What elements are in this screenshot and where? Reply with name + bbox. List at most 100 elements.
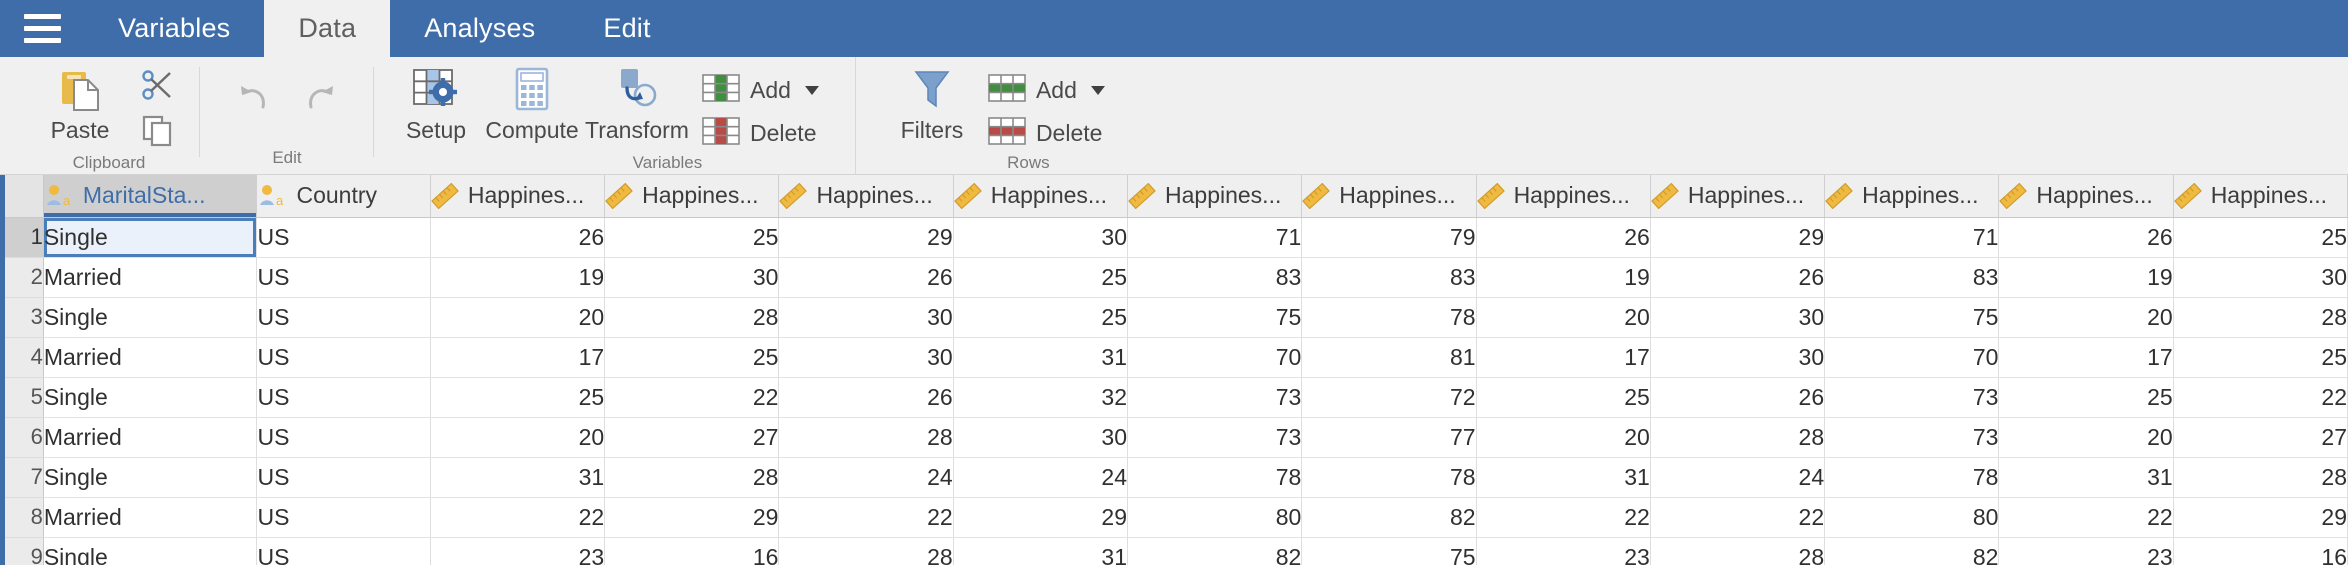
add-variable-button[interactable]: Add — [696, 71, 825, 110]
data-cell[interactable]: 30 — [953, 217, 1129, 258]
data-cell[interactable]: 29 — [2173, 497, 2348, 538]
column-header[interactable]: Happines... — [1127, 175, 1303, 218]
data-cell[interactable]: Single — [43, 537, 258, 565]
data-cell[interactable]: 83 — [1301, 257, 1477, 298]
data-cell[interactable]: 22 — [1476, 497, 1651, 538]
data-cell[interactable]: 16 — [2173, 537, 2348, 565]
data-cell[interactable]: 22 — [2173, 377, 2348, 418]
data-cell[interactable]: 71 — [1824, 217, 2000, 258]
data-cell[interactable]: Single — [43, 297, 258, 338]
data-cell[interactable]: 27 — [604, 417, 780, 458]
hamburger-menu-icon[interactable] — [0, 0, 84, 57]
data-cell[interactable]: 27 — [2173, 417, 2348, 458]
row-header[interactable]: 9 — [0, 537, 44, 565]
grid-corner-cell[interactable] — [0, 175, 44, 218]
data-cell[interactable]: 22 — [604, 377, 780, 418]
data-cell[interactable]: 19 — [1476, 257, 1651, 298]
data-cell[interactable]: 25 — [430, 377, 606, 418]
data-cell[interactable]: 25 — [604, 337, 780, 378]
tab-data[interactable]: Data — [264, 0, 391, 57]
data-cell[interactable]: 73 — [1127, 377, 1303, 418]
data-cell[interactable]: 80 — [1824, 497, 2000, 538]
column-header[interactable]: Happines... — [1476, 175, 1651, 218]
column-header[interactable]: Happines... — [430, 175, 606, 218]
data-cell[interactable]: 22 — [1998, 497, 2174, 538]
data-cell[interactable]: 83 — [1824, 257, 2000, 298]
data-cell[interactable]: 31 — [953, 537, 1129, 565]
data-cell[interactable]: 80 — [1127, 497, 1303, 538]
column-header[interactable]: Happines... — [1998, 175, 2174, 218]
data-cell[interactable]: 79 — [1301, 217, 1477, 258]
data-cell[interactable]: 78 — [1824, 457, 2000, 498]
tab-variables[interactable]: Variables — [84, 0, 264, 57]
data-spreadsheet[interactable]: a MaritalSta... a Country Happines... Happine… — [0, 175, 2348, 565]
row-header[interactable]: 4 — [0, 337, 44, 378]
data-cell[interactable]: 75 — [1127, 297, 1303, 338]
data-cell[interactable]: 22 — [430, 497, 606, 538]
data-cell[interactable]: US — [256, 297, 431, 338]
copy-button[interactable] — [130, 111, 184, 153]
data-cell[interactable]: 31 — [1476, 457, 1651, 498]
data-cell[interactable]: 83 — [1127, 257, 1303, 298]
data-cell[interactable]: 30 — [1650, 337, 1826, 378]
data-cell[interactable]: 28 — [778, 537, 954, 565]
data-cell[interactable]: 30 — [778, 337, 954, 378]
data-cell[interactable]: 28 — [778, 417, 954, 458]
column-header[interactable]: Happines... — [1824, 175, 2000, 218]
delete-variable-button[interactable]: Delete — [696, 114, 825, 153]
data-cell[interactable]: Married — [43, 417, 258, 458]
data-cell[interactable]: 20 — [1476, 297, 1651, 338]
data-cell[interactable]: 26 — [430, 217, 606, 258]
data-cell[interactable]: 71 — [1127, 217, 1303, 258]
data-cell[interactable]: US — [256, 457, 431, 498]
data-cell[interactable]: 25 — [1998, 377, 2174, 418]
data-cell[interactable]: 20 — [1998, 417, 2174, 458]
column-header[interactable]: a MaritalSta... — [43, 175, 258, 218]
data-cell[interactable]: 30 — [778, 297, 954, 338]
data-cell[interactable]: 17 — [1476, 337, 1651, 378]
data-cell[interactable]: 24 — [778, 457, 954, 498]
data-cell[interactable]: 30 — [604, 257, 780, 298]
data-cell[interactable]: 73 — [1824, 417, 2000, 458]
data-cell[interactable]: US — [256, 337, 431, 378]
data-cell[interactable]: 29 — [1650, 217, 1826, 258]
row-header[interactable]: 3 — [0, 297, 44, 338]
chevron-down-icon[interactable] — [1090, 86, 1105, 95]
data-cell[interactable]: 25 — [604, 217, 780, 258]
data-cell[interactable]: US — [256, 417, 431, 458]
data-cell[interactable]: 23 — [1476, 537, 1651, 565]
column-header[interactable]: Happines... — [1650, 175, 1826, 218]
data-cell[interactable]: 73 — [1824, 377, 2000, 418]
data-cell[interactable]: 20 — [430, 417, 606, 458]
data-cell[interactable]: Married — [43, 337, 258, 378]
chevron-down-icon[interactable] — [804, 86, 819, 95]
data-cell[interactable]: US — [256, 377, 431, 418]
data-cell[interactable]: 30 — [2173, 257, 2348, 298]
undo-button[interactable] — [228, 75, 282, 123]
data-cell[interactable]: 30 — [1650, 297, 1826, 338]
data-cell[interactable]: 28 — [2173, 457, 2348, 498]
data-cell[interactable]: 31 — [1998, 457, 2174, 498]
column-header[interactable]: Happines... — [1301, 175, 1477, 218]
data-cell[interactable]: 22 — [778, 497, 954, 538]
data-cell[interactable]: 24 — [1650, 457, 1826, 498]
data-cell[interactable]: 81 — [1301, 337, 1477, 378]
data-cell[interactable]: 20 — [1998, 297, 2174, 338]
data-cell[interactable]: 25 — [953, 297, 1129, 338]
data-cell[interactable]: 17 — [430, 337, 606, 378]
tab-analyses[interactable]: Analyses — [390, 0, 569, 57]
data-cell[interactable]: 29 — [953, 497, 1129, 538]
row-header[interactable]: 2 — [0, 257, 44, 298]
data-cell[interactable]: 29 — [604, 497, 780, 538]
data-cell[interactable]: 16 — [604, 537, 780, 565]
row-header[interactable]: 7 — [0, 457, 44, 498]
column-header[interactable]: Happines... — [604, 175, 780, 218]
data-cell[interactable]: 28 — [604, 457, 780, 498]
row-header[interactable]: 1 — [0, 217, 44, 258]
add-row-button[interactable]: Add — [982, 71, 1111, 110]
data-cell[interactable]: 26 — [778, 377, 954, 418]
data-cell[interactable]: 73 — [1127, 417, 1303, 458]
data-cell[interactable]: Married — [43, 257, 258, 298]
data-cell[interactable]: 25 — [953, 257, 1129, 298]
data-cell[interactable]: Single — [43, 457, 258, 498]
